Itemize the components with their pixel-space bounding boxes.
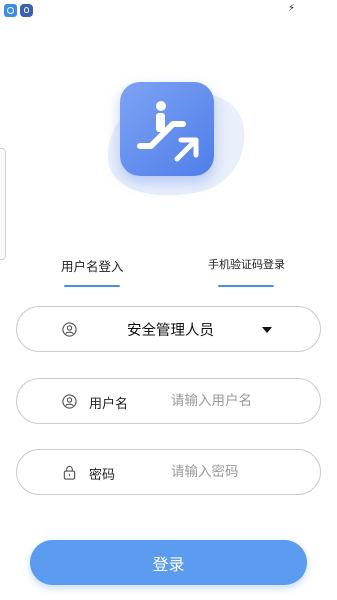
tab-underline: [218, 285, 274, 287]
username-label: 用户名: [89, 397, 129, 412]
app-notification-icon: [4, 4, 17, 17]
username-field: 用户名: [16, 378, 321, 424]
app-logo: [95, 72, 257, 212]
username-input[interactable]: [171, 388, 311, 414]
password-field: 密码: [16, 449, 321, 495]
logo-tile: [120, 82, 214, 176]
password-input[interactable]: [171, 459, 311, 485]
role-select-value: 安全管理人员: [127, 323, 214, 339]
tab-sms-login-label: 手机验证码登录: [208, 258, 285, 271]
charging-icon: ⚡: [287, 3, 295, 14]
tab-username-login-label: 用户名登入: [61, 259, 124, 274]
status-bar: ⚡: [0, 0, 337, 22]
browser-notification-icon: [20, 4, 33, 17]
tab-active-indicator: [64, 285, 120, 287]
role-select[interactable]: 安全管理人员: [16, 306, 321, 352]
escalator-icon: [137, 101, 199, 162]
user-icon: [62, 394, 77, 409]
tab-username-login[interactable]: 用户名登入: [61, 256, 124, 292]
login-button[interactable]: 登录: [30, 540, 307, 585]
side-drawer-handle[interactable]: [0, 148, 6, 260]
user-icon: [62, 322, 77, 337]
password-label: 密码: [89, 468, 116, 483]
tab-sms-login[interactable]: 手机验证码登录: [208, 256, 285, 292]
chevron-down-icon[interactable]: [262, 327, 272, 333]
lock-icon: [63, 465, 76, 480]
login-tabs: 用户名登入 手机验证码登录: [0, 256, 337, 292]
